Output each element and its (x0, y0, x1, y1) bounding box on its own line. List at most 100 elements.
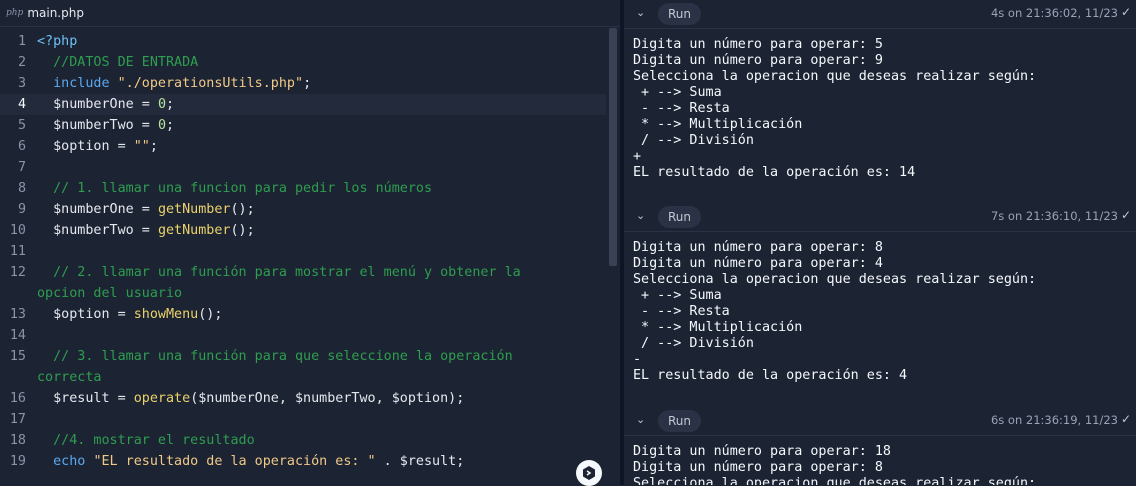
code-text: include "./operationsUtils.php"; (37, 73, 311, 94)
code-token: "EL resultado de la operación es: " (93, 454, 376, 469)
editor-tab-bar: php main.php (0, 0, 620, 27)
code-text: $numberTwo = 0; (37, 115, 174, 136)
ai-assistant-icon[interactable] (576, 460, 602, 486)
code-token: //4. mostrar el resultado (37, 433, 255, 448)
code-line[interactable]: 19 echo "EL resultado de la operación es… (0, 451, 606, 472)
code-line[interactable]: 11 (0, 241, 606, 262)
code-text: $option = showMenu(); (37, 304, 222, 325)
code-line[interactable]: 4 $numberOne = 0; (0, 94, 606, 115)
code-token: $option = (37, 139, 134, 154)
code-token: //DATOS DE ENTRADA (37, 55, 199, 70)
chevron-down-icon[interactable]: ⌄ (636, 413, 645, 426)
code-line[interactable]: 17 (0, 409, 606, 430)
code-text: // 1. llamar una funcion para pedir los … (37, 178, 432, 199)
code-line[interactable]: 9 $numberOne = getNumber(); (0, 199, 606, 220)
line-number: 8 (17, 181, 26, 196)
code-token: $numberOne = (37, 202, 158, 217)
code-line[interactable]: 3 include "./operationsUtils.php"; (0, 73, 606, 94)
code-token: (); (230, 202, 255, 217)
line-number: 10 (9, 223, 26, 238)
code-token: "./operationsUtils.php" (117, 76, 304, 91)
run-output: Digita un número para operar: 5 Digita u… (633, 37, 1037, 180)
code-line[interactable]: 5 $numberTwo = 0; (0, 115, 606, 136)
code-line[interactable]: 18 //4. mostrar el resultado (0, 430, 606, 451)
check-icon: ✓ (1120, 208, 1131, 222)
line-number: 15 (9, 349, 26, 364)
code-text: $result = operate($numberOne, $numberTwo… (37, 388, 464, 409)
code-token: getNumber (157, 223, 231, 238)
line-number: 7 (17, 160, 26, 175)
line-number: 14 (9, 328, 26, 343)
code-token: $numberTwo = (37, 118, 158, 133)
code-text: echo "EL resultado de la operación es: "… (37, 451, 464, 472)
code-text: <?php (37, 31, 77, 52)
editor-scrollbar[interactable] (606, 28, 620, 485)
code-line[interactable]: 1 <?php (0, 31, 606, 52)
editor-scrollbar-thumb[interactable] (609, 28, 617, 266)
code-line[interactable]: 16 $result = operate($numberOne, $number… (0, 388, 606, 409)
code-line[interactable]: 10 $numberTwo = getNumber(); (0, 220, 606, 241)
code-token: "" (133, 139, 150, 154)
code-token: (); (198, 307, 223, 322)
code-line[interactable]: 15 // 3. llamar una función para que sel… (0, 346, 606, 388)
run-header: ⌄ Run 4s on 21:36:02, 11/23 ✓ (624, 0, 1136, 29)
line-number: 19 (9, 454, 26, 469)
code-text: //DATOS DE ENTRADA (37, 52, 198, 73)
file-tab[interactable]: php main.php (0, 0, 90, 26)
code-line[interactable]: 6 $option = ""; (0, 136, 606, 157)
line-number: 2 (17, 55, 26, 70)
run-block: ⌄ Run 6s on 21:36:19, 11/23 ✓ Digita un … (624, 407, 1136, 485)
code-token: . $result; (375, 454, 465, 469)
run-button[interactable]: Run (658, 410, 702, 432)
run-block: ⌄ Run 7s on 21:36:10, 11/23 ✓ Digita un … (624, 203, 1136, 409)
run-header: ⌄ Run 7s on 21:36:10, 11/23 ✓ (624, 203, 1136, 232)
code-line[interactable]: 2 //DATOS DE ENTRADA (0, 52, 606, 73)
line-number: 5 (17, 118, 26, 133)
chevron-down-icon[interactable]: ⌄ (636, 209, 645, 222)
run-button[interactable]: Run (658, 3, 702, 25)
line-number: 11 (9, 244, 26, 259)
code-line[interactable]: 8 // 1. llamar una funcion para pedir lo… (0, 178, 606, 199)
code-line[interactable]: 12 // 2. llamar una función para mostrar… (0, 262, 606, 304)
console-pane: ⌄ Run 4s on 21:36:02, 11/23 ✓ Digita un … (624, 0, 1136, 485)
code-token: ; (166, 97, 175, 112)
line-number: 9 (17, 202, 26, 217)
code-token: // 3. llamar una función para que selecc… (37, 349, 513, 385)
code-token: $option = (37, 307, 134, 322)
code-token: operate (133, 391, 191, 406)
code-token: getNumber (157, 202, 231, 217)
line-number: 18 (9, 433, 26, 448)
line-number: 4 (17, 97, 26, 112)
check-icon: ✓ (1120, 412, 1131, 426)
code-area[interactable]: 1 <?php 2 //DATOS DE ENTRADA 3 include "./o… (0, 31, 606, 472)
line-number: 1 (17, 34, 26, 49)
line-number: 12 (9, 265, 26, 280)
run-output: Digita un número para operar: 18 Digita … (633, 444, 1037, 485)
code-token: $result = (37, 391, 134, 406)
code-token: $numberTwo = (37, 223, 158, 238)
code-token: echo (37, 454, 86, 469)
code-token: include (37, 76, 110, 91)
code-token: ; (303, 76, 312, 91)
check-icon: ✓ (1120, 5, 1131, 19)
code-token: showMenu (133, 307, 199, 322)
code-token: 0 (157, 97, 166, 112)
code-text: //4. mostrar el resultado (37, 430, 255, 451)
run-header: ⌄ Run 6s on 21:36:19, 11/23 ✓ (624, 407, 1136, 436)
code-line[interactable]: 7 (0, 157, 606, 178)
code-editor[interactable]: php main.php 1 <?php 2 //DATOS DE ENTRADA 3… (0, 0, 620, 486)
code-token: ; (149, 139, 158, 154)
code-line[interactable]: 13 $option = showMenu(); (0, 304, 606, 325)
run-button[interactable]: Run (658, 206, 702, 228)
code-text: // 3. llamar una función para que selecc… (37, 346, 597, 388)
code-token: <?php (37, 34, 78, 49)
run-timestamp: 6s on 21:36:19, 11/23 (990, 413, 1118, 427)
file-tab-label: main.php (27, 6, 84, 20)
code-token: $numberOne = (37, 97, 158, 112)
code-line[interactable]: 14 (0, 325, 606, 346)
code-token: ($numberOne, $numberTwo, $option); (190, 391, 465, 406)
chevron-down-icon[interactable]: ⌄ (636, 6, 645, 19)
code-token: (); (230, 223, 255, 238)
code-token: // 1. llamar una funcion para pedir los … (37, 181, 433, 196)
